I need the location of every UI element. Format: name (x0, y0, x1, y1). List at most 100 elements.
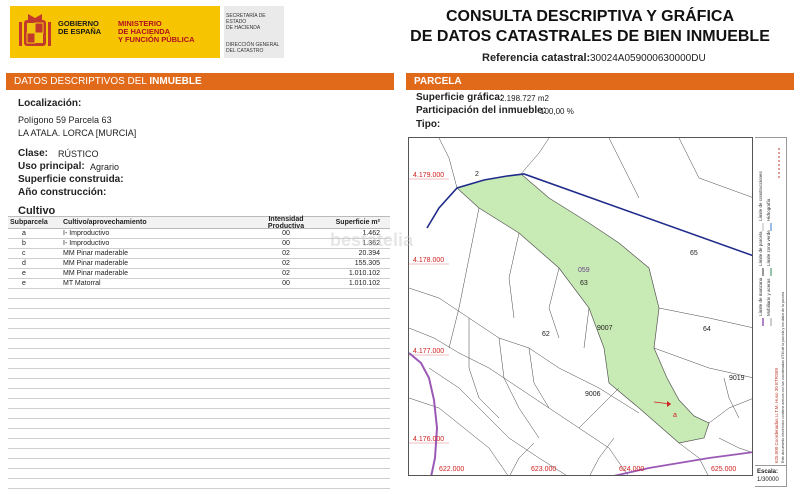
cell-intensity: 00 (282, 230, 290, 237)
parcel-number-label: 9006 (585, 391, 601, 398)
parcel-number-label: 65 (690, 250, 698, 257)
cell-intensity: 00 (282, 240, 290, 247)
cell-intensity: 00 (282, 280, 290, 287)
cell-intensity: 02 (282, 260, 290, 267)
table-row: e MT Matorral 00 1.010.102 (8, 279, 390, 289)
crop-table: Subparcela Cultivo/aprovechamiento Inten… (8, 216, 390, 489)
header-subparcel: Subparcela (10, 219, 48, 226)
legend-item: Límite de manzana (758, 277, 763, 316)
cell-intensity: 02 (282, 270, 290, 277)
main-use-value: Agrario (90, 162, 120, 172)
empty-table-row (8, 429, 390, 439)
table-row: e MM Pinar maderable 02 1.010.102 (8, 269, 390, 279)
legend-item: Mobiliario y aceras (766, 278, 771, 316)
map-scale: Escala: 1/30000 (755, 465, 787, 487)
road-left (409, 352, 439, 475)
cell-intensity: 02 (282, 250, 290, 257)
government-text: GOBIERNO DE ESPAÑA (58, 19, 102, 36)
coord-x-label: 624.000 (619, 466, 645, 473)
table-row: d MM Pinar maderable 02 155.305 (8, 259, 390, 269)
parcel-section-title: PARCELA (414, 76, 462, 87)
empty-table-row (8, 299, 390, 309)
cell-crop: MM Pinar maderable (63, 270, 128, 277)
crop-table-header: Subparcela Cultivo/aprovechamiento Inten… (8, 216, 390, 230)
parcel-number-label: 059 (578, 267, 590, 274)
empty-table-row (8, 409, 390, 419)
document-title-line2: DE DATOS CATASTRALES DE BIEN INMUEBLE (410, 28, 770, 45)
government-logo: GOBIERNO DE ESPAÑA MINISTERIO DE HACIEND… (10, 6, 220, 58)
empty-table-row (8, 379, 390, 389)
cell-subparcel: a (22, 230, 26, 237)
ministry-text: MINISTERIO DE HACIENDA Y FUNCIÓN PÚBLICA (118, 19, 195, 44)
empty-table-row (8, 459, 390, 469)
legend-item: Límite de construcciones (758, 171, 763, 221)
parcel-number-label: 62 (542, 331, 550, 338)
cell-crop: MM Pinar maderable (63, 250, 128, 257)
section-title-bold: INMUEBLE (149, 76, 202, 87)
type-label: Tipo: (416, 119, 441, 130)
cell-surface: 20.394 (358, 250, 380, 257)
parcel-number-label: 2 (475, 171, 479, 178)
document-title-line1: CONSULTA DESCRIPTIVA Y GRÁFICA (445, 8, 734, 25)
empty-table-row (8, 339, 390, 349)
parcel-number-label: 9007 (597, 325, 613, 332)
parcel-number-label: 63 (580, 280, 588, 287)
empty-table-row (8, 449, 390, 459)
class-value: RÚSTICO (58, 149, 99, 159)
cell-subparcel: b (22, 240, 26, 247)
construction-year-label: Año construcción: (18, 187, 107, 198)
graphic-area-value: 2.198.727 m2 (500, 94, 549, 103)
legend-item: Límite zona verde (766, 230, 771, 266)
empty-table-row (8, 329, 390, 339)
location-label: Localización: (18, 98, 82, 109)
cadastral-reference-label: Referencia catastral: (482, 52, 591, 64)
empty-table-row (8, 419, 390, 429)
coord-y-label: 4.179.000 (413, 172, 445, 179)
parcel-polygon (456, 173, 710, 444)
cell-crop: I- Improductivo (63, 230, 110, 237)
map-drawing (409, 138, 752, 475)
cell-subparcel: e (22, 270, 26, 277)
cell-crop: MM Pinar maderable (63, 260, 128, 267)
section-title-prefix: DATOS DESCRIPTIVOS DEL (14, 76, 150, 87)
header-surface: Superficie m² (335, 219, 380, 226)
cell-crop: I- Improductivo (63, 240, 110, 247)
coord-y-label: 4.178.000 (413, 257, 445, 264)
coord-y-label: 4.177.000 (413, 348, 445, 355)
cell-surface: 1.010.102 (348, 270, 380, 277)
coord-x-label: 625.000 (711, 466, 737, 473)
empty-table-row (8, 369, 390, 379)
empty-table-row (8, 359, 390, 369)
map-legend: Límite de manzana Límite de parcela Lími… (755, 137, 787, 476)
main-use-label: Uso principal: (18, 161, 85, 172)
cadastral-map[interactable]: 4.179.000 4.178.000 4.177.000 4.176.000 … (408, 137, 753, 476)
graphic-area-label: Superficie gráfica: (416, 92, 504, 103)
class-label: Clase: (18, 148, 49, 159)
secretariat-text: SECRETARÍA DE ESTADO DE HACIENDA (226, 13, 266, 31)
parcel-number-label: 9019 (729, 375, 745, 382)
cell-subparcel: e (22, 280, 26, 287)
location-line1: Polígono 59 Parcela 63 (18, 115, 112, 125)
empty-table-row (8, 479, 390, 489)
empty-table-row (8, 319, 390, 329)
legend-item: Hidrografía (766, 198, 771, 221)
cell-surface: 155.305 (354, 260, 380, 267)
watermark: bestatelia (330, 230, 414, 250)
coord-x-label: 622.000 (439, 466, 465, 473)
descriptive-data-section-bar: DATOS DESCRIPTIVOS DEL INMUEBLE (6, 73, 394, 90)
coord-y-label: 4.176.000 (413, 436, 445, 443)
empty-table-row (8, 389, 390, 399)
empty-table-rows (8, 289, 390, 489)
legend-note: 625.000 Coordenadas U.T.M. Huso 30 ETRS8… (774, 367, 779, 463)
cell-crop: MT Matorral (63, 280, 101, 287)
header-crop: Cultivo/aprovechamiento (63, 219, 147, 226)
cell-surface: 1.010.102 (348, 280, 380, 287)
subparcel-label: a (673, 412, 677, 419)
empty-table-row (8, 349, 390, 359)
cell-subparcel: c (22, 250, 26, 257)
empty-table-row (8, 309, 390, 319)
participation-label: Participación del inmueble: (416, 105, 547, 116)
empty-table-row (8, 399, 390, 409)
parcel-number-label: 64 (703, 326, 711, 333)
built-area-label: Superficie construida: (18, 174, 124, 185)
